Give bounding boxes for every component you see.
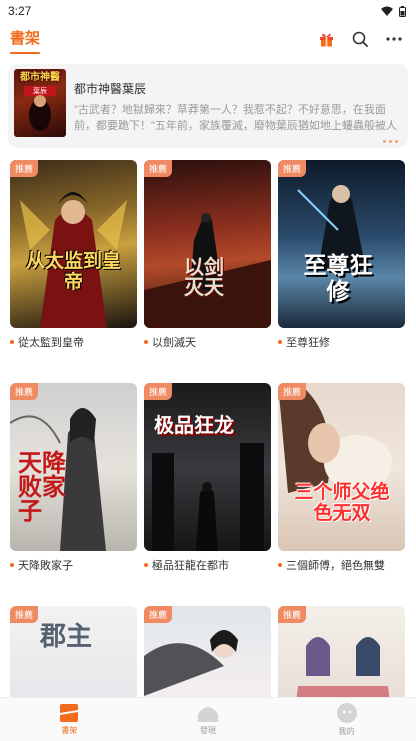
- book-item[interactable]: 推薦 至尊狂修 至尊狂修: [278, 160, 405, 350]
- cover-text: 极品狂龙: [154, 415, 234, 437]
- book-title: 極品狂龍在都市: [144, 557, 271, 573]
- cover-art-figure: [29, 95, 51, 131]
- status-time: 3:27: [8, 4, 32, 18]
- header-actions: [316, 29, 404, 49]
- recent-reading-card[interactable]: 都市神醫 葉辰 都市神醫葉辰 "古武者？地獄歸來？草莽第一人？我惹不起？不好意思…: [8, 64, 408, 148]
- carousel-dots: [383, 140, 398, 143]
- book-item[interactable]: 推薦 极品狂龙 極品狂龍在都市: [144, 383, 271, 573]
- nav-discover[interactable]: 發現: [139, 698, 278, 741]
- book-item[interactable]: 推薦 天降败家子 天降敗家子: [10, 383, 137, 573]
- cover-text: 三个师父绝色无双: [294, 482, 390, 524]
- wifi-icon: [381, 6, 393, 16]
- bottom-nav: 書架 發現 我的: [0, 697, 416, 741]
- cover-art-figure: [278, 383, 392, 493]
- cover-art-figure: [20, 192, 127, 328]
- search-button[interactable]: [350, 29, 370, 49]
- recommend-tag: 推薦: [144, 160, 173, 177]
- status-icons: [381, 5, 406, 17]
- book-item[interactable]: 推薦 以剑灭天 以劍滅天: [144, 160, 271, 350]
- book-cover[interactable]: 推薦 从太监到皇帝: [10, 160, 137, 328]
- recommend-tag: 推薦: [10, 383, 39, 400]
- book-item[interactable]: 推薦 三个师父绝色无双 三個師傅，絕色無雙: [278, 383, 405, 573]
- gift-icon: [319, 33, 333, 46]
- recommend-tag: 推薦: [10, 160, 39, 177]
- book-title: 三個師傅，絕色無雙: [278, 557, 405, 573]
- tab-bookshelf[interactable]: 書架: [10, 27, 41, 54]
- status-bar: 3:27: [0, 0, 416, 22]
- book-cover[interactable]: 推薦 极品狂龙: [144, 383, 271, 551]
- profile-icon: [336, 702, 357, 723]
- book-title: 從太監到皇帝: [10, 334, 137, 350]
- book-cover[interactable]: 推薦 三个师父绝色无双: [278, 383, 405, 551]
- cover-text: 至尊狂修: [303, 252, 373, 305]
- recent-book-description: "古武者？地獄歸來？草莽第一人？我惹不起？不好意思，在我面前，都要跪下！"五年前…: [74, 104, 397, 132]
- recent-book-title: 都市神醫葉辰: [74, 82, 147, 96]
- recommend-tag: 推薦: [144, 606, 173, 623]
- recommend-tag: 推薦: [10, 606, 39, 623]
- book-cover[interactable]: 推薦 至尊狂修: [278, 160, 405, 328]
- gift-button[interactable]: [316, 29, 336, 49]
- recommend-tag: 推薦: [278, 606, 307, 623]
- cover-text: 从太监到皇帝: [25, 251, 121, 293]
- app-header: 書架: [0, 22, 416, 56]
- book-title: 至尊狂修: [278, 334, 405, 350]
- book-item[interactable]: 推薦 从太监到皇帝 從太監到皇帝: [10, 160, 137, 350]
- more-button[interactable]: [384, 29, 404, 49]
- book-cover[interactable]: 推薦 天降败家子: [10, 383, 137, 551]
- nav-profile[interactable]: 我的: [277, 698, 416, 741]
- search-icon: [352, 31, 368, 47]
- recent-book-cover[interactable]: 都市神醫 葉辰: [14, 69, 66, 137]
- more-icon: [386, 37, 402, 41]
- nav-bookshelf-label: 書架: [61, 725, 78, 735]
- nav-profile-label: 我的: [338, 726, 355, 736]
- cover-text: 郡主: [40, 622, 93, 652]
- cover-art-figure: [144, 213, 271, 328]
- recommend-tag: 推薦: [144, 383, 173, 400]
- book-title: 天降敗家子: [10, 557, 137, 573]
- book-cover[interactable]: 推薦 以剑灭天: [144, 160, 271, 328]
- recommend-tag: 推薦: [278, 160, 307, 177]
- cover-text: 天降败家子: [18, 448, 66, 525]
- recommend-tag: 推薦: [278, 383, 307, 400]
- nav-bookshelf[interactable]: 書架: [0, 698, 139, 741]
- battery-icon: [399, 5, 406, 17]
- nav-discover-label: 發現: [200, 725, 216, 735]
- book-title: 以劍滅天: [144, 334, 271, 350]
- bookshelf-icon: [60, 703, 79, 722]
- cover-text: 以剑灭天: [184, 257, 224, 299]
- discover-icon: [198, 706, 218, 722]
